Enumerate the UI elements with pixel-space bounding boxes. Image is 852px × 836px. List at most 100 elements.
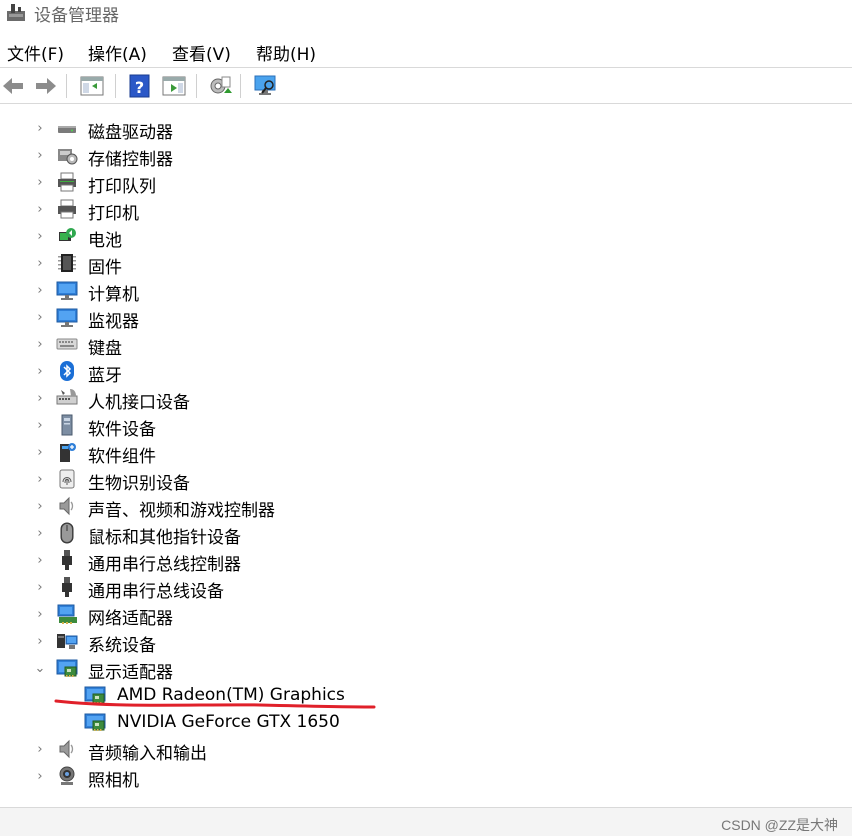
software-device-icon	[61, 414, 73, 436]
help-icon[interactable]: ?	[127, 73, 153, 99]
expand-chevron-icon[interactable]: ›	[34, 500, 46, 513]
tree-category[interactable]: › 音频输入和输出	[0, 736, 852, 764]
tree-item-label: 通用串行总线控制器	[88, 555, 241, 575]
expand-chevron-icon[interactable]: ›	[34, 554, 46, 567]
toolbar-separator	[66, 74, 67, 98]
tree-item-label: 固件	[88, 258, 122, 278]
expand-chevron-icon[interactable]: ›	[34, 122, 46, 135]
tree-category[interactable]: › 照相机	[0, 763, 852, 791]
expand-chevron-icon[interactable]: ›	[34, 203, 46, 216]
usb-icon	[62, 577, 72, 597]
print-queue-icon	[58, 172, 76, 192]
tree-category[interactable]: › 打印队列	[0, 169, 852, 197]
expand-chevron-icon[interactable]: ›	[34, 581, 46, 594]
tree-item-label: 显示适配器	[88, 663, 173, 683]
tree-category[interactable]: › 通用串行总线设备	[0, 574, 852, 602]
expand-chevron-icon[interactable]: ›	[34, 635, 46, 648]
tree-item-label: 网络适配器	[88, 609, 173, 629]
tree-item-label: 生物识别设备	[88, 474, 190, 494]
menu-view[interactable]: 查看(V)	[172, 40, 231, 65]
tree-category[interactable]: › 系统设备	[0, 628, 852, 656]
monitor-icon	[56, 308, 78, 327]
biometric-icon	[59, 469, 75, 489]
network-adapter-icon	[57, 604, 77, 624]
system-device-icon	[57, 634, 78, 649]
expand-chevron-icon[interactable]: ›	[34, 257, 46, 270]
expand-chevron-icon[interactable]: ›	[34, 608, 46, 621]
tree-item-label: 存储控制器	[88, 150, 173, 170]
hid-icon	[56, 389, 78, 405]
tree-item-label: 照相机	[88, 771, 139, 791]
tree-category[interactable]: › 键盘	[0, 331, 852, 359]
tree-child-device[interactable]: AMD Radeon(TM) Graphics	[0, 682, 852, 709]
software-component-icon	[60, 443, 76, 462]
expand-chevron-icon[interactable]: ›	[34, 392, 46, 405]
tree-category[interactable]: › 通用串行总线控制器	[0, 547, 852, 575]
tree-item-label: 声音、视频和游戏控制器	[88, 501, 275, 521]
properties-icon[interactable]	[161, 73, 187, 99]
tree-category[interactable]: › 蓝牙	[0, 358, 852, 386]
tree-item-label: NVIDIA GeForce GTX 1650	[117, 712, 340, 732]
tree-category[interactable]: › 监视器	[0, 304, 852, 332]
tree-category[interactable]: › 生物识别设备	[0, 466, 852, 494]
menu-file[interactable]: 文件(F)	[7, 40, 64, 65]
title-bar: 设备管理器	[0, 0, 852, 30]
collapse-chevron-icon[interactable]: ⌄	[34, 662, 46, 675]
tree-category[interactable]: ⌄ 显示适配器	[0, 655, 852, 683]
watermark: CSDN @ZZ是大神	[721, 817, 838, 833]
tree-item-label: 监视器	[88, 312, 139, 332]
tree-category[interactable]: › 软件设备	[0, 412, 852, 440]
tree-item-label: 蓝牙	[88, 366, 122, 386]
tree-category[interactable]: › 打印机	[0, 196, 852, 224]
tree-category[interactable]: › 人机接口设备	[0, 385, 852, 413]
expand-chevron-icon[interactable]: ›	[34, 284, 46, 297]
expand-chevron-icon[interactable]: ›	[34, 311, 46, 324]
disk-drive-icon	[58, 126, 76, 133]
tree-category[interactable]: › 声音、视频和游戏控制器	[0, 493, 852, 521]
battery-icon	[59, 228, 76, 241]
tree-child-device[interactable]: NVIDIA GeForce GTX 1650	[0, 709, 852, 736]
bluetooth-icon	[60, 361, 74, 381]
expand-chevron-icon[interactable]: ›	[34, 770, 46, 783]
expand-chevron-icon[interactable]: ›	[34, 743, 46, 756]
expand-chevron-icon[interactable]: ›	[34, 473, 46, 486]
expand-chevron-icon[interactable]: ›	[34, 527, 46, 540]
expand-chevron-icon[interactable]: ›	[34, 176, 46, 189]
scan-hardware-icon[interactable]	[253, 73, 279, 99]
show-hide-tree-icon[interactable]	[79, 73, 105, 99]
tree-category[interactable]: › 网络适配器	[0, 601, 852, 629]
tree-category[interactable]: › 固件	[0, 250, 852, 278]
tree-item-label: 计算机	[88, 285, 139, 305]
expand-chevron-icon[interactable]: ›	[34, 230, 46, 243]
menu-bar: 文件(F) 操作(A) 查看(V) 帮助(H)	[0, 36, 852, 65]
printer-icon	[58, 199, 76, 219]
tree-category[interactable]: › 计算机	[0, 277, 852, 305]
expand-chevron-icon[interactable]: ›	[34, 446, 46, 459]
tree-category[interactable]: › 电池	[0, 223, 852, 251]
tree-category[interactable]: › 鼠标和其他指针设备	[0, 520, 852, 548]
expand-chevron-icon[interactable]: ›	[34, 365, 46, 378]
toolbar-separator	[115, 74, 116, 98]
status-bar: CSDN @ZZ是大神	[0, 807, 852, 836]
toolbar-separator	[240, 74, 241, 98]
tree-category[interactable]: › 软件组件	[0, 439, 852, 467]
tree-category[interactable]: › 磁盘驱动器	[0, 115, 852, 143]
menu-action[interactable]: 操作(A)	[88, 40, 147, 65]
tree-category[interactable]: › 存储控制器	[0, 142, 852, 170]
toolbar: ?	[0, 67, 852, 104]
forward-arrow-icon[interactable]	[33, 73, 59, 99]
expand-chevron-icon[interactable]: ›	[34, 149, 46, 162]
expand-chevron-icon[interactable]: ›	[34, 419, 46, 432]
firmware-icon	[58, 254, 76, 272]
tree-item-label: 键盘	[88, 339, 122, 359]
expand-chevron-icon[interactable]: ›	[34, 338, 46, 351]
usb-icon	[62, 550, 72, 570]
menu-help[interactable]: 帮助(H)	[256, 40, 316, 65]
storage-controller-icon	[58, 149, 78, 165]
tree-item-label: AMD Radeon(TM) Graphics	[117, 685, 345, 705]
tree-item-label: 通用串行总线设备	[88, 582, 224, 602]
update-driver-icon[interactable]	[207, 73, 233, 99]
tree-item-label: 打印队列	[88, 177, 156, 197]
back-arrow-icon[interactable]	[0, 73, 26, 99]
tree-item-label: 打印机	[88, 204, 139, 224]
